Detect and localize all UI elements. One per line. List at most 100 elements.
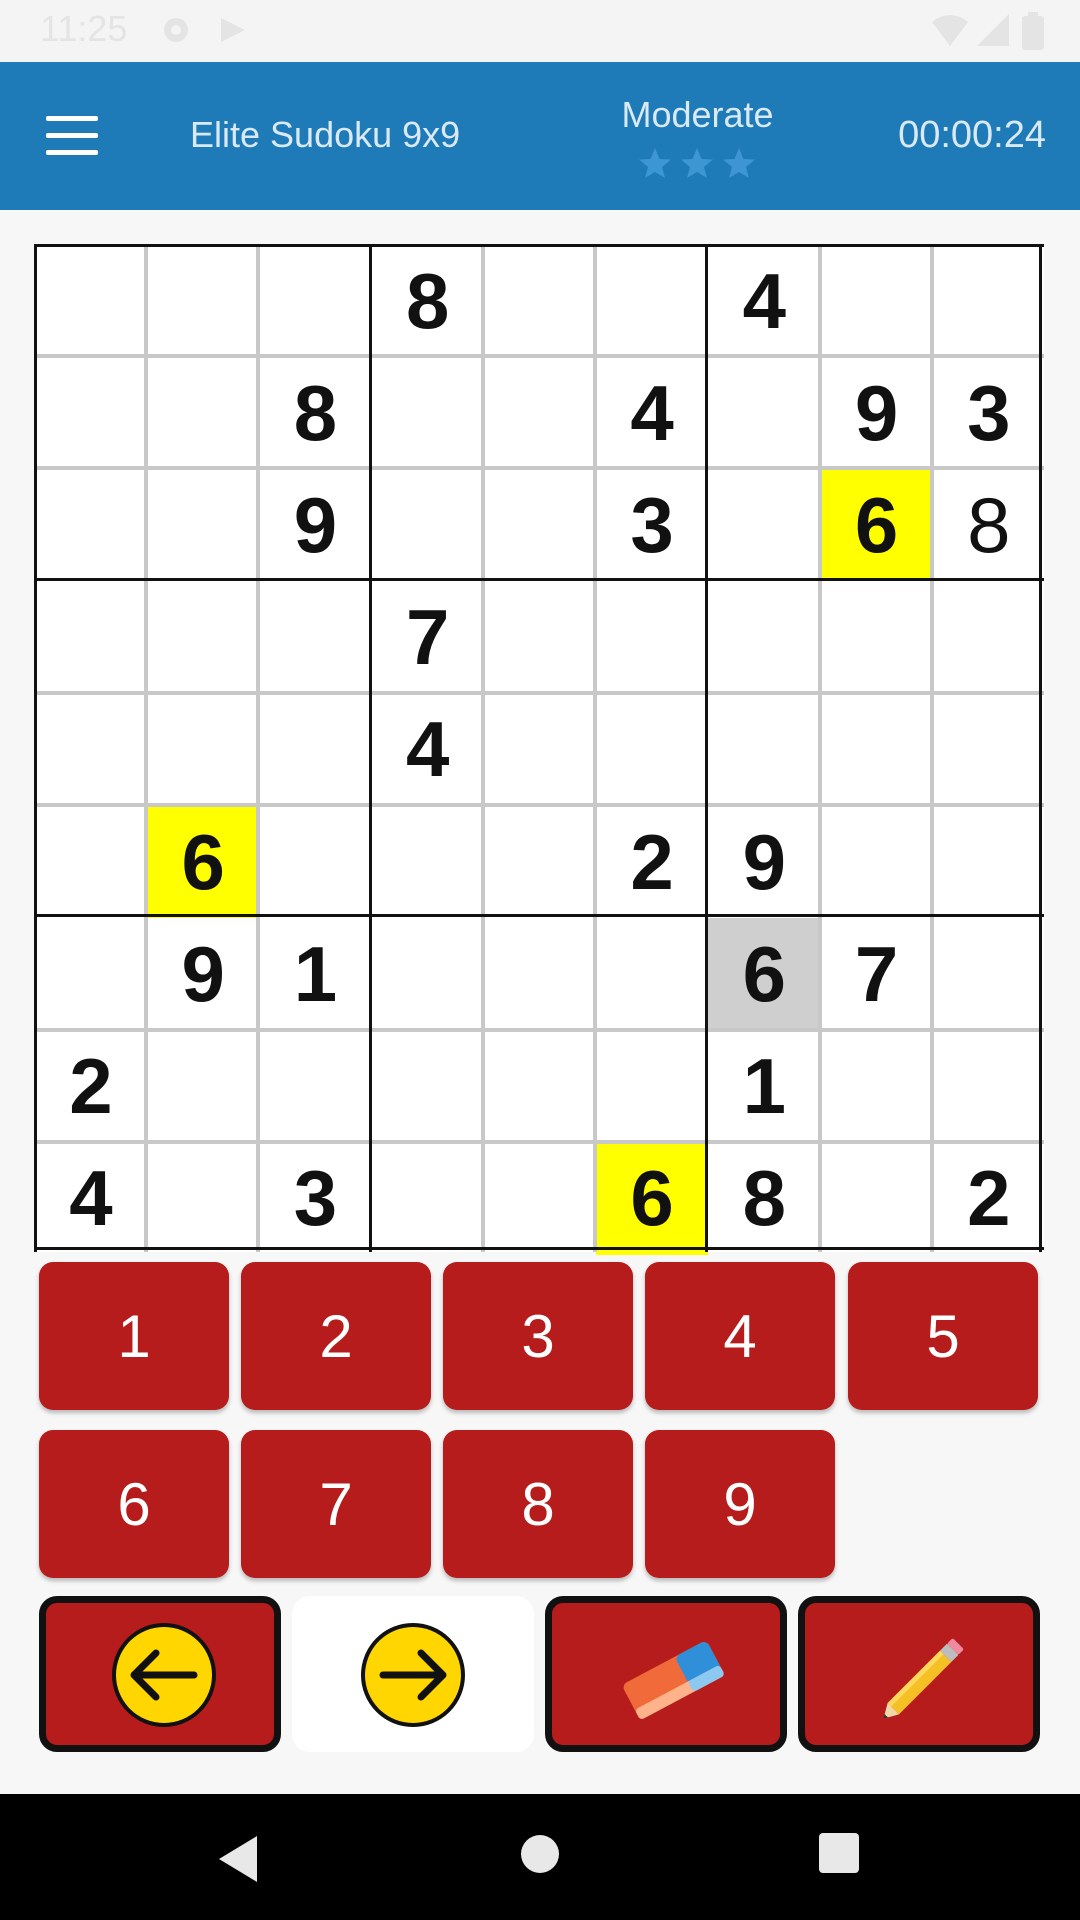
number-button-1[interactable]: 1 bbox=[39, 1262, 229, 1410]
sudoku-cell[interactable] bbox=[259, 1031, 371, 1143]
sudoku-cell[interactable] bbox=[821, 245, 933, 357]
number-button-9[interactable]: 9 bbox=[645, 1430, 835, 1578]
sudoku-cell[interactable]: 6 bbox=[147, 806, 260, 919]
sudoku-cell[interactable] bbox=[933, 918, 1045, 1030]
sudoku-cell[interactable] bbox=[708, 694, 820, 806]
number-button-4[interactable]: 4 bbox=[645, 1262, 835, 1410]
sudoku-cell[interactable]: 9 bbox=[821, 357, 933, 469]
sudoku-cell[interactable] bbox=[147, 582, 259, 694]
sudoku-cell[interactable] bbox=[933, 582, 1045, 694]
notes-button[interactable] bbox=[798, 1596, 1040, 1752]
sudoku-cell[interactable] bbox=[596, 918, 708, 1030]
sudoku-cell[interactable] bbox=[821, 806, 933, 918]
number-button-2[interactable]: 2 bbox=[241, 1262, 431, 1410]
sudoku-cell[interactable] bbox=[372, 1143, 484, 1255]
sudoku-cell[interactable] bbox=[933, 806, 1045, 918]
sudoku-cell[interactable]: 4 bbox=[708, 245, 820, 357]
sudoku-cell[interactable] bbox=[821, 582, 933, 694]
sudoku-cell[interactable]: 6 bbox=[708, 918, 821, 1031]
sudoku-cell[interactable] bbox=[259, 582, 371, 694]
number-button-8[interactable]: 8 bbox=[443, 1430, 633, 1578]
sudoku-cell[interactable] bbox=[372, 469, 484, 581]
sudoku-cell[interactable] bbox=[484, 357, 596, 469]
sudoku-cell[interactable] bbox=[484, 694, 596, 806]
sudoku-cell[interactable]: 4 bbox=[372, 694, 484, 806]
sudoku-cell[interactable] bbox=[35, 245, 147, 357]
sudoku-cell[interactable] bbox=[35, 806, 147, 918]
sudoku-cell[interactable]: 8 bbox=[372, 245, 484, 357]
recents-icon[interactable] bbox=[818, 1832, 860, 1874]
sudoku-cell[interactable] bbox=[147, 469, 259, 581]
sudoku-cell[interactable]: 1 bbox=[259, 918, 371, 1030]
menu-icon[interactable] bbox=[46, 116, 98, 156]
sudoku-cell[interactable] bbox=[147, 1031, 259, 1143]
sudoku-cell[interactable] bbox=[372, 918, 484, 1030]
sudoku-cell[interactable] bbox=[484, 469, 596, 581]
sudoku-cell[interactable] bbox=[484, 806, 596, 918]
sudoku-cell[interactable]: 3 bbox=[596, 469, 708, 581]
sudoku-cell[interactable]: 6 bbox=[820, 469, 933, 582]
sudoku-cell[interactable] bbox=[484, 245, 596, 357]
sudoku-cell[interactable] bbox=[147, 694, 259, 806]
sudoku-cell[interactable] bbox=[372, 1031, 484, 1143]
sudoku-cell[interactable]: 7 bbox=[372, 582, 484, 694]
sudoku-cell[interactable] bbox=[484, 1143, 596, 1255]
sudoku-cell[interactable] bbox=[708, 582, 820, 694]
sudoku-cell[interactable]: 4 bbox=[35, 1143, 147, 1255]
sudoku-cell[interactable] bbox=[372, 806, 484, 918]
sudoku-cell[interactable] bbox=[596, 245, 708, 357]
redo-button[interactable] bbox=[292, 1596, 534, 1752]
sudoku-cell[interactable] bbox=[596, 582, 708, 694]
sudoku-cell[interactable] bbox=[933, 694, 1045, 806]
sudoku-cell[interactable] bbox=[708, 469, 820, 581]
sudoku-cell[interactable] bbox=[259, 694, 371, 806]
sudoku-cell[interactable] bbox=[596, 694, 708, 806]
sudoku-cell[interactable]: 8 bbox=[708, 1143, 820, 1255]
battery-icon bbox=[1022, 12, 1044, 50]
sudoku-cell[interactable]: 4 bbox=[596, 357, 708, 469]
erase-button[interactable] bbox=[545, 1596, 787, 1752]
back-icon[interactable] bbox=[215, 1834, 261, 1884]
sudoku-cell[interactable]: 9 bbox=[259, 469, 371, 581]
sudoku-cell[interactable]: 2 bbox=[933, 1143, 1045, 1255]
sudoku-cell[interactable] bbox=[484, 918, 596, 1030]
sudoku-cell[interactable] bbox=[35, 918, 147, 1030]
undo-button[interactable] bbox=[39, 1596, 281, 1752]
sudoku-cell[interactable] bbox=[147, 357, 259, 469]
sudoku-cell[interactable]: 9 bbox=[147, 918, 259, 1030]
sudoku-cell[interactable] bbox=[708, 357, 820, 469]
sudoku-cell[interactable] bbox=[821, 1143, 933, 1255]
sudoku-cell[interactable] bbox=[35, 469, 147, 581]
app-bar: Elite Sudoku 9x9 Moderate 00:00:24 bbox=[0, 62, 1080, 210]
sudoku-cell[interactable] bbox=[147, 245, 259, 357]
sudoku-cell[interactable] bbox=[933, 1031, 1045, 1143]
sudoku-cell[interactable] bbox=[596, 1031, 708, 1143]
number-button-5[interactable]: 5 bbox=[848, 1262, 1038, 1410]
number-button-7[interactable]: 7 bbox=[241, 1430, 431, 1578]
sudoku-cell[interactable]: 8 bbox=[259, 357, 371, 469]
sudoku-cell[interactable] bbox=[259, 245, 371, 357]
sudoku-cell[interactable]: 3 bbox=[933, 357, 1045, 469]
sudoku-cell[interactable] bbox=[35, 694, 147, 806]
sudoku-cell[interactable] bbox=[147, 1143, 259, 1255]
sudoku-cell[interactable]: 1 bbox=[708, 1031, 820, 1143]
home-icon[interactable] bbox=[520, 1834, 560, 1874]
sudoku-cell[interactable]: 8 bbox=[933, 469, 1045, 581]
sudoku-cell[interactable] bbox=[35, 582, 147, 694]
sudoku-cell[interactable] bbox=[821, 1031, 933, 1143]
number-button-6[interactable]: 6 bbox=[39, 1430, 229, 1578]
sudoku-cell[interactable]: 3 bbox=[259, 1143, 371, 1255]
sudoku-cell[interactable] bbox=[484, 582, 596, 694]
sudoku-cell[interactable] bbox=[259, 806, 371, 918]
sudoku-cell[interactable]: 7 bbox=[821, 918, 933, 1030]
sudoku-cell[interactable]: 2 bbox=[596, 806, 708, 918]
sudoku-cell[interactable] bbox=[933, 245, 1045, 357]
sudoku-cell[interactable] bbox=[372, 357, 484, 469]
sudoku-cell[interactable]: 2 bbox=[35, 1031, 147, 1143]
sudoku-cell[interactable] bbox=[821, 694, 933, 806]
sudoku-cell[interactable] bbox=[484, 1031, 596, 1143]
sudoku-cell[interactable] bbox=[35, 357, 147, 469]
sudoku-cell[interactable]: 6 bbox=[596, 1142, 709, 1255]
number-button-3[interactable]: 3 bbox=[443, 1262, 633, 1410]
sudoku-cell[interactable]: 9 bbox=[708, 806, 820, 918]
